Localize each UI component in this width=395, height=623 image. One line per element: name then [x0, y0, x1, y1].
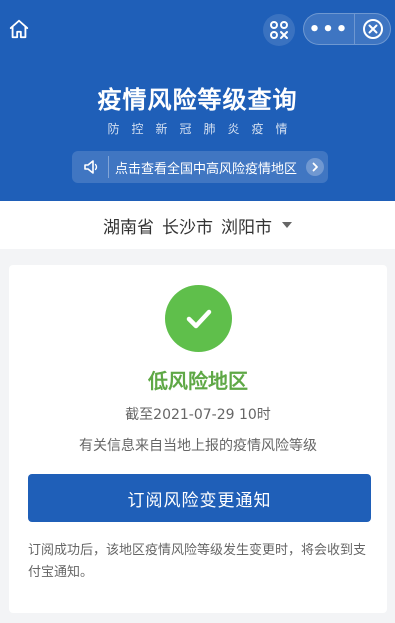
risk-result-card: 低风险地区 截至2021-07-29 10时 有关信息来自当地上报的疫情风险等级…: [9, 265, 387, 613]
speaker-icon: [80, 158, 104, 176]
header: ••• 疫情风险等级查询 防控新冠肺炎疫情 点击查看全国中高风险疫情地区: [0, 0, 395, 201]
more-button[interactable]: •••: [304, 14, 355, 44]
page-subtitle: 防控新冠肺炎疫情: [107, 122, 300, 136]
risk-level: 低风险地区: [148, 369, 248, 393]
page-title: 疫情风险等级查询: [97, 86, 298, 114]
home-icon: [9, 19, 29, 39]
location-selector[interactable]: 湖南省 长沙市 浏阳市: [0, 201, 395, 249]
scan-icon: [270, 21, 288, 39]
subscribe-button[interactable]: 订阅风险变更通知: [28, 474, 371, 522]
scan-button[interactable]: [263, 14, 295, 46]
notice-text: 点击查看全国中高风险疫情地区: [115, 161, 298, 177]
subscribe-footnote: 订阅成功后，该地区疫情风险等级发生变更时，将会收到支付宝通知。: [28, 543, 367, 580]
district-label: 浏阳市: [221, 217, 272, 238]
as-of-date: 截至2021-07-29 10时: [125, 407, 271, 423]
mini-program-capsule: •••: [303, 13, 391, 45]
chevron-right-icon: [306, 158, 324, 176]
source-note: 有关信息来自当地上报的疫情风险等级: [79, 438, 317, 454]
province-label: 湖南省: [103, 217, 154, 238]
high-risk-areas-link[interactable]: 点击查看全国中高风险疫情地区: [72, 151, 328, 183]
close-icon: [362, 19, 383, 39]
city-label: 长沙市: [162, 217, 213, 238]
check-icon: [165, 285, 232, 352]
notice-divider: [108, 156, 109, 178]
more-icon: •••: [308, 18, 350, 40]
home-button[interactable]: [6, 16, 32, 42]
caret-down-icon: [282, 222, 292, 228]
close-button[interactable]: [355, 14, 390, 44]
